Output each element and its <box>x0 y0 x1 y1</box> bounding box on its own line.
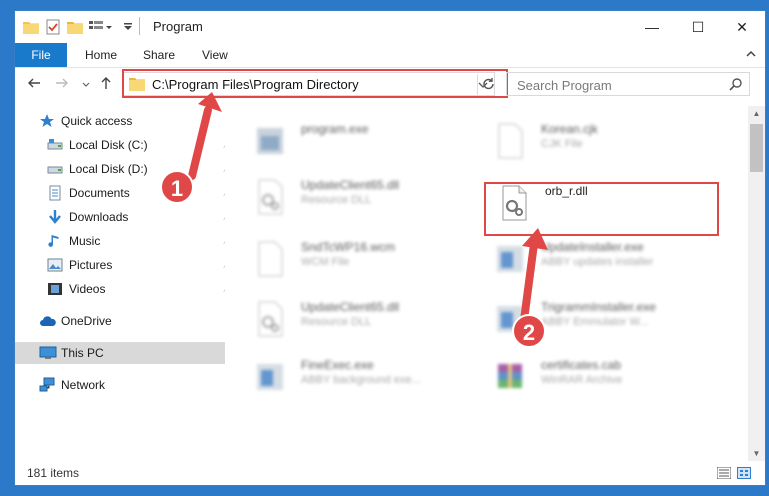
annotation-arrows <box>188 92 548 324</box>
callout-step-2: 2 <box>512 314 546 348</box>
callout-step-1: 1 <box>160 170 194 204</box>
